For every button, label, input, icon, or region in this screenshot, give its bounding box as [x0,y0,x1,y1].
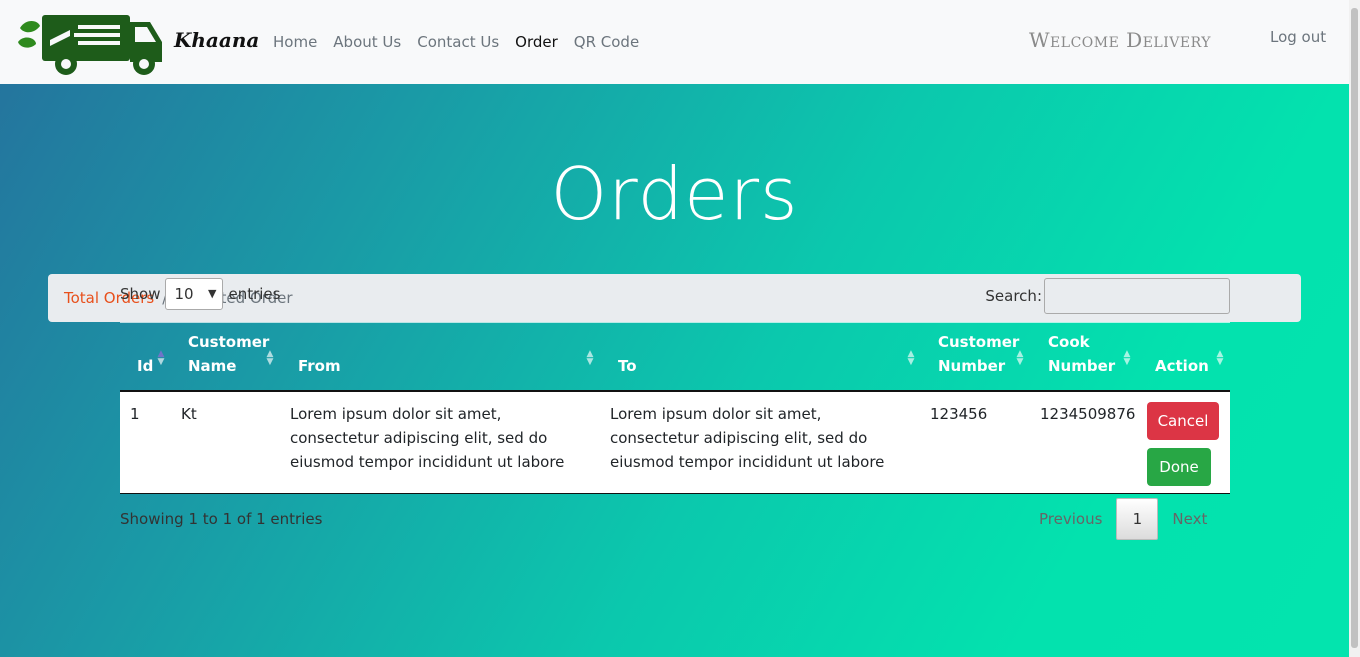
table-info: Showing 1 to 1 of 1 entries [120,510,323,528]
scrollbar-thumb[interactable] [1351,8,1358,648]
cell-id: 1 [130,405,140,423]
table-search: Search: [985,278,1230,314]
nav-link-home[interactable]: Home [265,32,325,52]
column-header-cook-number[interactable]: Cook Number [1048,330,1115,378]
logout-link[interactable]: Log out [1270,28,1326,46]
navbar: Khaana Home About Us Contact Us Order QR… [0,0,1349,84]
column-header-customer-number[interactable]: Customer Number [938,330,1019,378]
sort-asc-icon[interactable]: ▲ ▼ [156,350,166,367]
welcome-text: Welcome Delivery [1029,28,1211,52]
table-row: 1 Kt Lorem ipsum dolor sit amet, consect… [120,392,1230,494]
entries-length: Show 10 ▼ entries [120,278,280,310]
sort-icon[interactable]: ▲ ▼ [1122,350,1132,367]
column-header-customer-name[interactable]: Customer Name [188,330,269,378]
entries-select-value: 10 [174,285,194,303]
chevron-down-icon: ▼ [208,287,217,300]
cell-customer-name: Kt [181,405,197,423]
show-label: Show [120,285,161,303]
nav-link-order[interactable]: Order [507,32,566,52]
sort-icon[interactable]: ▲ ▼ [906,350,916,367]
next-page-button[interactable]: Next [1158,499,1221,539]
cell-cook-number: 1234509876 [1040,405,1136,423]
column-header-action[interactable]: Action [1155,354,1209,378]
page-1-button[interactable]: 1 [1116,498,1159,540]
sort-icon[interactable]: ▲ ▼ [265,350,275,367]
vertical-scrollbar[interactable] [1349,0,1360,657]
orders-table: Id ▲ ▼ Customer Name ▲ ▼ From ▲ ▼ To ▲ ▼ Cus… [120,322,1230,494]
sort-icon[interactable]: ▲ ▼ [1015,350,1025,367]
search-input[interactable] [1044,278,1230,314]
nav-link-qr-code[interactable]: QR Code [566,32,647,52]
column-header-from[interactable]: From [298,354,341,378]
nav-link-contact[interactable]: Contact Us [409,32,507,52]
cancel-button[interactable]: Cancel [1147,402,1219,440]
sort-icon[interactable]: ▲ ▼ [585,350,595,367]
brand-name[interactable]: Khaana [174,28,259,52]
page-title: Orders [550,152,799,236]
food-truck-logo-icon[interactable] [16,12,164,76]
done-button[interactable]: Done [1147,448,1211,486]
entries-label: entries [228,285,281,303]
search-label: Search: [985,287,1042,305]
main-nav: Home About Us Contact Us Order QR Code [265,32,647,52]
cell-to: Lorem ipsum dolor sit amet, consectetur … [610,405,885,471]
nav-link-about[interactable]: About Us [325,32,409,52]
pagination: Previous 1 Next [1025,498,1221,540]
entries-select[interactable]: 10 ▼ [165,278,224,310]
datatable-controls: Show 10 ▼ entries Search: [120,278,1230,314]
column-header-id[interactable]: Id [137,354,153,378]
table-header: Id ▲ ▼ Customer Name ▲ ▼ From ▲ ▼ To ▲ ▼ Cus… [120,322,1230,392]
column-header-to[interactable]: To [618,354,637,378]
sort-icon[interactable]: ▲ ▼ [1215,350,1225,367]
cell-customer-number: 123456 [930,405,988,423]
previous-page-button[interactable]: Previous [1025,499,1116,539]
cell-from: Lorem ipsum dolor sit amet, consectetur … [290,405,565,471]
